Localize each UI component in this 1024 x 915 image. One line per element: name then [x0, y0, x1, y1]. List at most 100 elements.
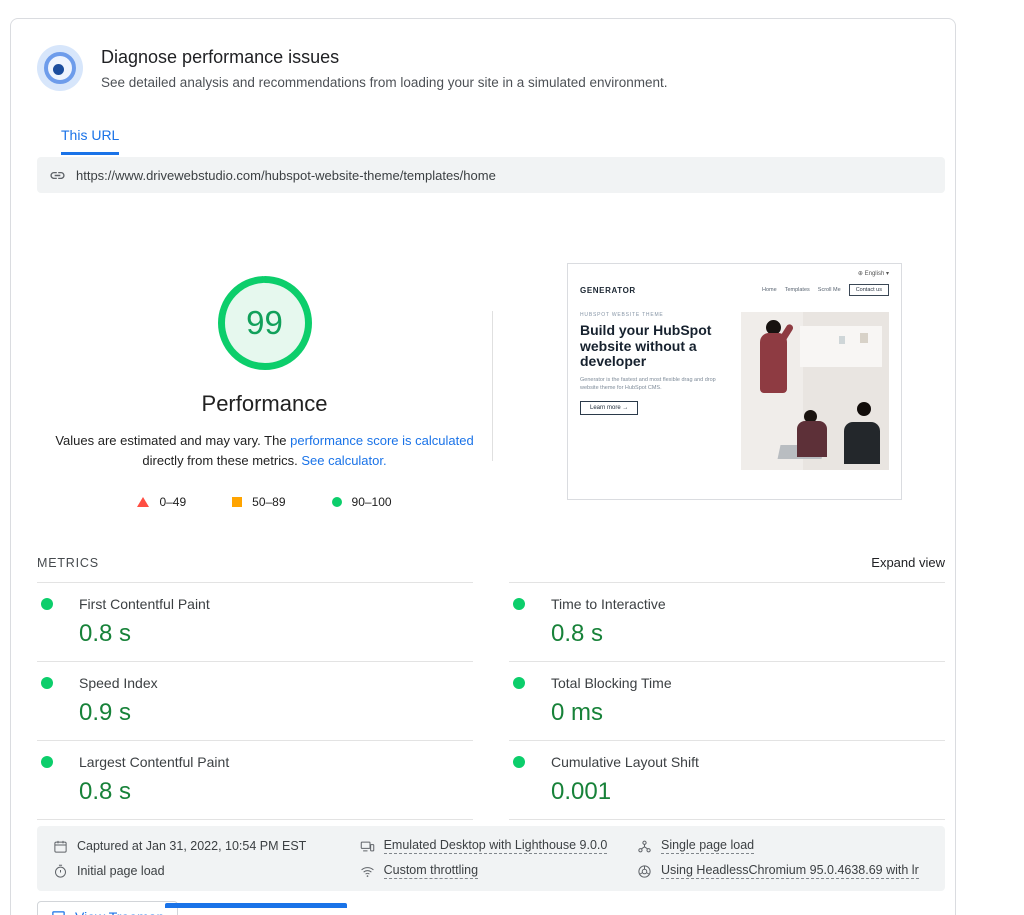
metric-value: 0.8 s [79, 778, 132, 806]
env-emulated: Emulated Desktop with Lighthouse 9.0.0 [360, 838, 637, 855]
site-nav-templates: Templates [784, 287, 810, 293]
disclaimer-text-1: Values are estimated and may vary. The [55, 433, 291, 448]
env-captured: Captured at Jan 31, 2022, 10:54 PM EST [53, 838, 360, 854]
url-bar: https://www.drivewebstudio.com/hubspot-w… [37, 157, 945, 193]
environment-bar: Captured at Jan 31, 2022, 10:54 PM EST E… [37, 826, 945, 892]
stopwatch-icon [55, 864, 66, 878]
env-throttling: Custom throttling [360, 863, 637, 880]
env-emulated-text[interactable]: Emulated Desktop with Lighthouse 9.0.0 [383, 838, 608, 855]
metric-pass-dot-icon [513, 677, 525, 690]
metric-name: First Contentful Paint [79, 596, 210, 613]
disclaimer-text-2: directly from these metrics. [142, 453, 302, 469]
performance-calc-link[interactable]: performance score is calculated [290, 433, 474, 448]
env-throttling-text[interactable]: Custom throttling [383, 863, 479, 880]
report-card: Diagnose performance issues See detailed… [10, 18, 956, 915]
metric-value: 0.8 s [79, 620, 132, 648]
header-text: Diagnose performance issues See detailed… [101, 45, 668, 90]
metric-pass-dot-icon [41, 598, 53, 611]
metric-name: Speed Index [79, 675, 158, 692]
legend-pass-range: 90–100 [351, 495, 392, 510]
report-header: Diagnose performance issues See detailed… [37, 45, 945, 91]
site-nav-scrollme: Scroll Me [817, 287, 841, 293]
summary-section: 99 Performance Values are estimated and … [37, 263, 945, 509]
metric-pass-dot-icon [41, 756, 53, 769]
metric-name: Cumulative Layout Shift [551, 754, 699, 771]
devices-icon [360, 841, 374, 852]
metrics-header: METRICS Expand view [37, 555, 945, 570]
calendar-icon [54, 840, 67, 853]
expand-view-button[interactable]: Expand view [871, 555, 945, 570]
view-treemap-button[interactable]: View Treemap [37, 901, 179, 915]
site-eyebrow: HUBSPOT WEBSITE THEME [580, 312, 664, 318]
view-treemap-label: View Treemap [75, 909, 164, 915]
site-logo: GENERATOR [580, 285, 636, 295]
wifi-icon [360, 866, 374, 877]
average-square-icon [232, 497, 243, 508]
env-initial-load: Initial page load [53, 863, 360, 879]
legend-average: 50–89 [232, 495, 286, 510]
metrics-grid: First Contentful Paint 0.8 s Time to Int… [37, 582, 945, 821]
legend-fail-range: 0–49 [159, 495, 187, 510]
photo-shelf [800, 326, 882, 368]
see-calculator-link[interactable]: See calculator. [301, 453, 386, 468]
env-chromium-text[interactable]: Using HeadlessChromium 95.0.4638.69 with… [660, 863, 919, 880]
site-contact-button: Contact us [848, 284, 889, 296]
metric-pass-dot-icon [513, 756, 525, 769]
site-language-selector: ⊕ English ▾ [857, 271, 889, 277]
photo-person-head [857, 402, 872, 417]
performance-label: Performance [201, 391, 328, 416]
page-title: Diagnose performance issues [101, 47, 340, 67]
url-text: https://www.drivewebstudio.com/hubspot-w… [76, 167, 496, 183]
tab-bar: This URL [61, 127, 945, 155]
metric-name: Total Blocking Time [551, 675, 672, 692]
env-single-page: Single page load [637, 838, 929, 855]
page-subtitle: See detailed analysis and recommendation… [101, 75, 668, 90]
photo-person-body [844, 421, 881, 464]
metric-pass-dot-icon [513, 598, 525, 611]
legend-pass: 90–100 [331, 495, 392, 510]
metric-value: 0.001 [551, 778, 612, 806]
photo-shelf-item [860, 332, 869, 343]
metric-value: 0.8 s [551, 620, 604, 648]
site-heading: Build your HubSpot website without a dev… [580, 322, 712, 370]
site-header: GENERATOR Home Templates Scroll Me Conta… [580, 284, 889, 296]
env-captured-text: Captured at Jan 31, 2022, 10:54 PM EST [77, 839, 307, 854]
metric-first-contentful-paint: First Contentful Paint 0.8 s [37, 582, 473, 661]
legend-fail: 0–49 [137, 495, 186, 509]
tab-this-url[interactable]: This URL [61, 127, 120, 155]
metric-total-blocking-time: Total Blocking Time 0 ms [509, 661, 945, 740]
chromium-icon [638, 865, 651, 878]
site-nav: Home Templates Scroll Me Contact us [762, 284, 889, 296]
site-learn-more-button: Learn more → [580, 400, 639, 415]
site-hero-text: HUBSPOT WEBSITE THEME Build your HubSpot… [580, 312, 731, 470]
metric-pass-dot-icon [41, 677, 53, 690]
performance-gauge[interactable]: 99 [215, 273, 315, 373]
fail-triangle-icon [137, 497, 150, 508]
score-disclaimer: Values are estimated and may vary. The p… [55, 431, 475, 471]
score-legend: 0–49 50–89 90–100 [137, 495, 392, 510]
site-hero: HUBSPOT WEBSITE THEME Build your HubSpot… [580, 312, 889, 470]
summary-divider [492, 311, 493, 462]
score-column: 99 Performance Values are estimated and … [37, 263, 492, 509]
link-icon [50, 171, 65, 179]
metric-speed-index: Speed Index 0.9 s [37, 661, 473, 740]
next-section-tab-indicator [165, 903, 347, 908]
metrics-section-label: METRICS [37, 555, 99, 570]
site-body-copy: Generator is the fastest and most flexib… [580, 377, 716, 392]
metric-time-to-interactive: Time to Interactive 0.8 s [509, 582, 945, 661]
pass-circle-icon [331, 497, 342, 508]
metric-value: 0.9 s [79, 699, 132, 727]
page-screenshot-thumbnail[interactable]: ⊕ English ▾ GENERATOR Home Templates Scr… [567, 263, 902, 500]
page-load-icon [638, 840, 651, 853]
site-nav-home: Home [762, 287, 777, 293]
photo-person-body [797, 421, 828, 458]
treemap-icon [52, 911, 65, 915]
env-single-page-text[interactable]: Single page load [660, 838, 755, 855]
metric-value: 0 ms [551, 699, 604, 727]
photo-shelf-item [838, 335, 845, 344]
legend-average-range: 50–89 [252, 495, 286, 510]
metric-cumulative-layout-shift: Cumulative Layout Shift 0.001 [509, 740, 945, 821]
performance-score-value: 99 [246, 304, 283, 341]
metric-name: Time to Interactive [551, 596, 666, 613]
diagnose-icon [37, 45, 83, 91]
